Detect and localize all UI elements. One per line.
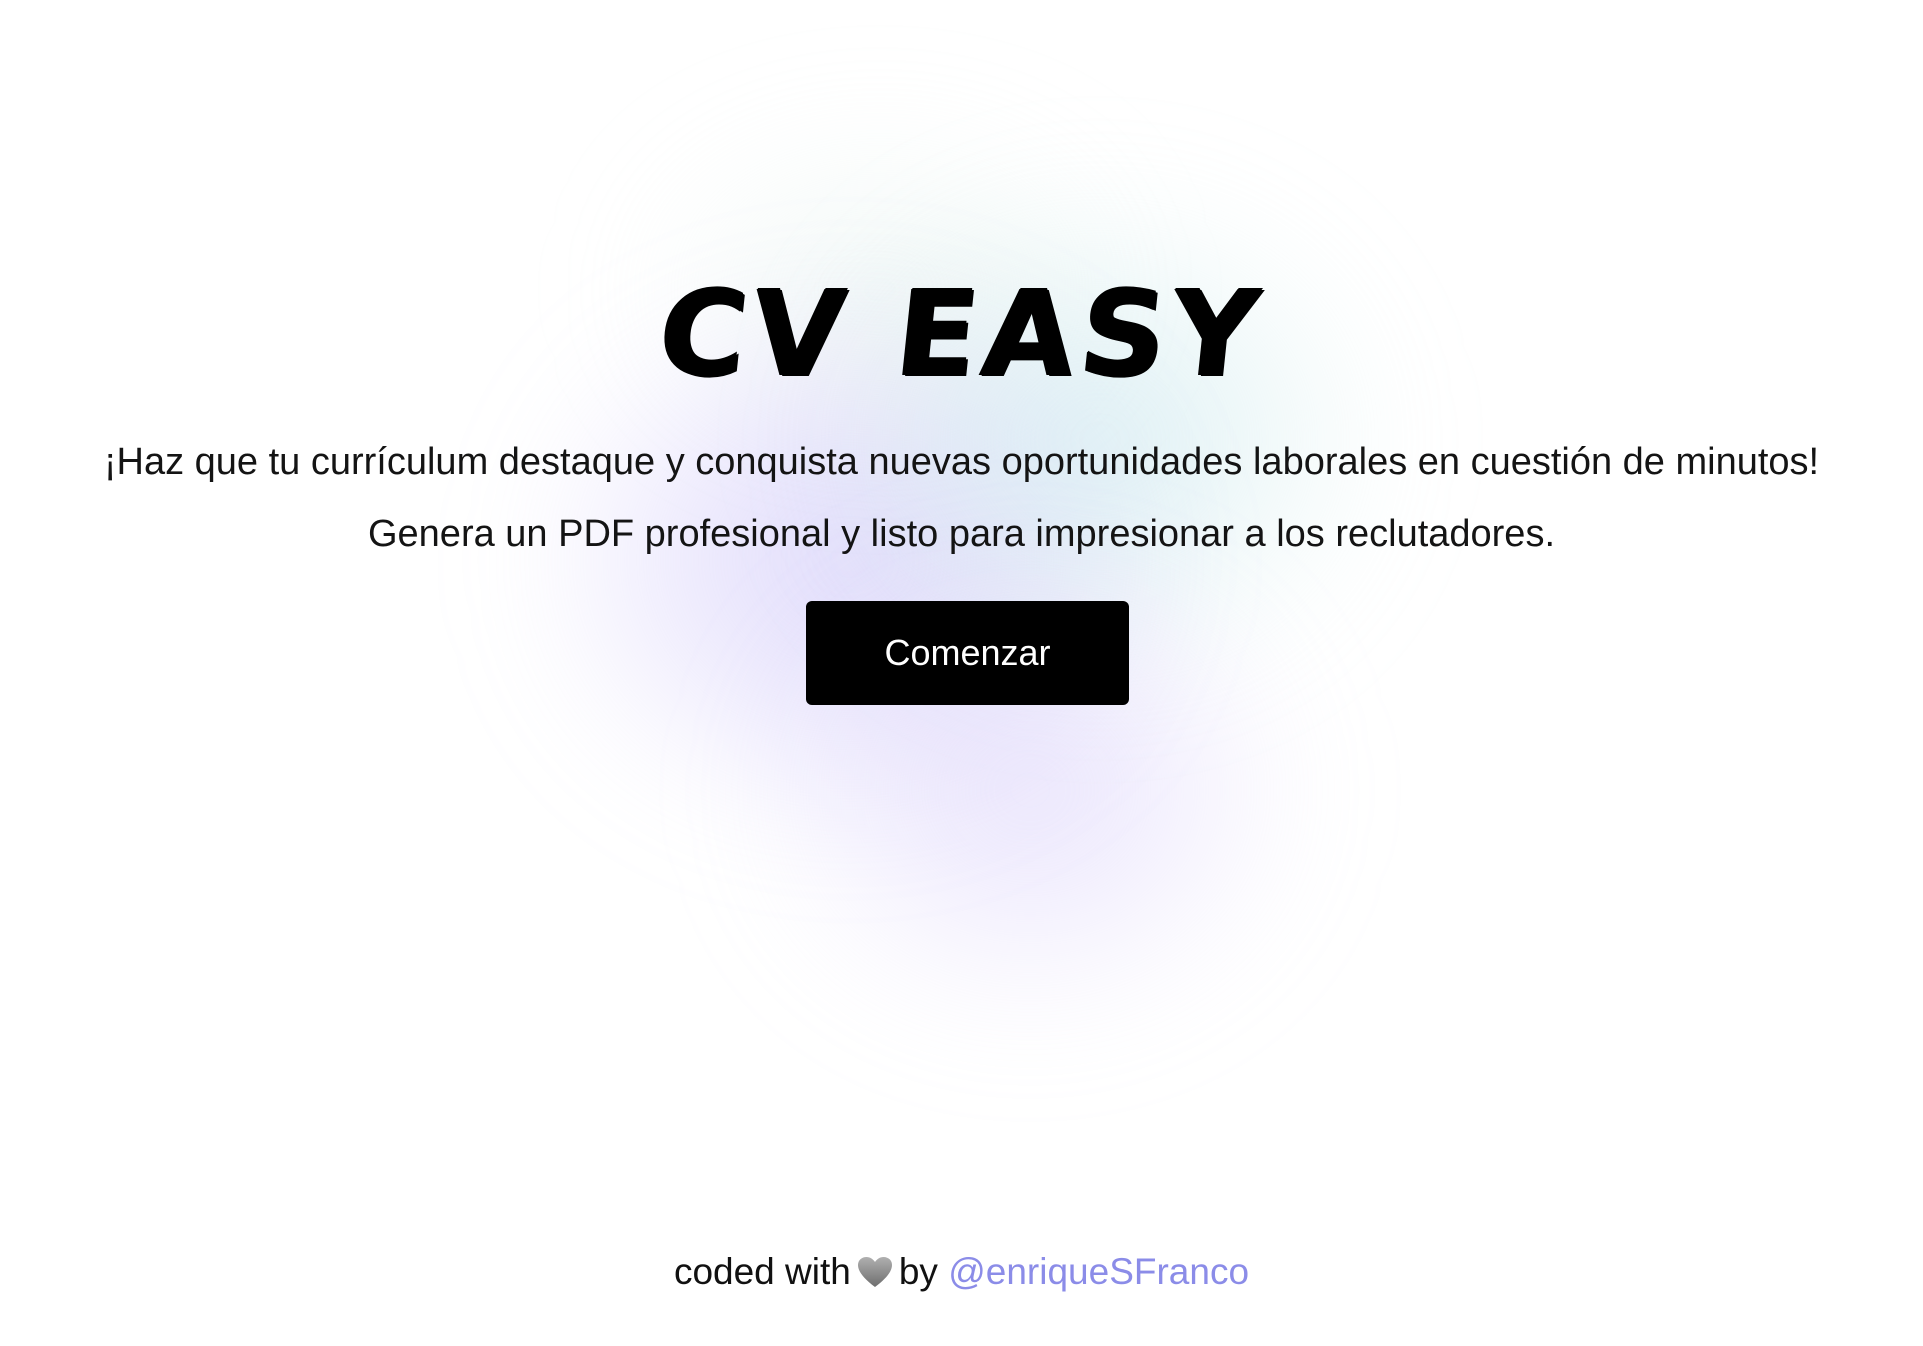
app-title: CV EASY bbox=[652, 264, 1271, 402]
hero-tagline: ¡Haz que tu currículum destaque y conqui… bbox=[103, 441, 1820, 483]
footer-credits: coded with by @enriqueSFranco bbox=[0, 1248, 1923, 1300]
heart-icon bbox=[857, 1252, 893, 1300]
author-link[interactable]: @enriqueSFranco bbox=[948, 1251, 1249, 1292]
footer-by: by bbox=[898, 1251, 938, 1292]
footer-prefix: coded with bbox=[673, 1251, 851, 1292]
start-button[interactable]: Comenzar bbox=[806, 601, 1129, 705]
landing-page: CV EASY ¡Haz que tu currículum destaque … bbox=[0, 0, 1923, 1346]
hero-subtagline: Genera un PDF profesional y listo para i… bbox=[367, 513, 1556, 555]
